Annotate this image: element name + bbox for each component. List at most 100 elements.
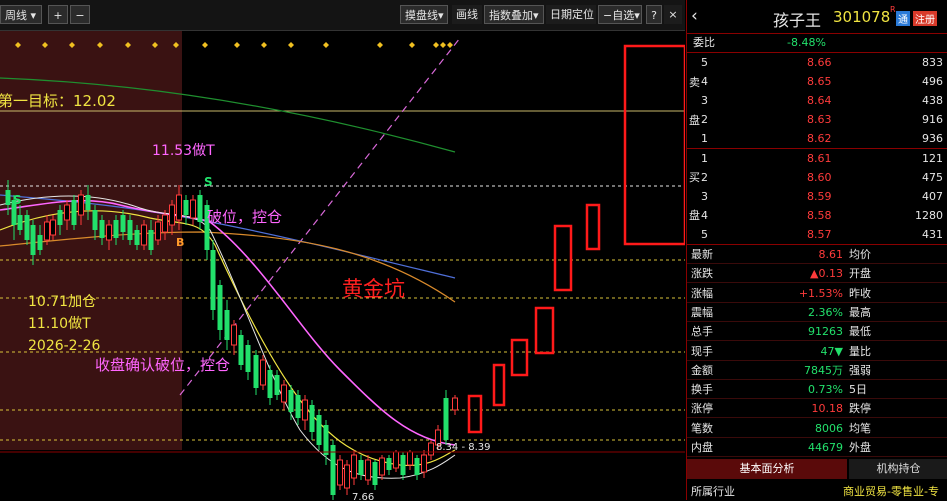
candle-body xyxy=(428,442,434,456)
industry-value[interactable]: 商业贸易-零售业-专 xyxy=(843,482,939,501)
watchlist-label: 自选 xyxy=(612,9,635,22)
candle-body xyxy=(155,221,161,241)
candle-body xyxy=(231,324,237,346)
candle-body xyxy=(414,458,420,475)
draw-line-label: 摸盘线 xyxy=(405,9,438,22)
bid-price: 8.60 xyxy=(807,171,832,184)
projected-candle xyxy=(585,203,601,251)
stat-label: 均价 xyxy=(849,248,871,261)
index-overlay-button[interactable]: 指数叠加▾ xyxy=(484,5,544,24)
price-tip: 8.34 - 8.39 xyxy=(436,442,491,453)
chevron-down-icon: ▾ xyxy=(634,9,640,22)
candle-body xyxy=(44,221,50,241)
candle-body xyxy=(50,219,56,236)
pit-label: 黄金坑 xyxy=(342,277,405,301)
ask-price: 8.63 xyxy=(807,113,832,126)
candle-body xyxy=(106,224,112,241)
bid-price: 8.58 xyxy=(807,209,832,222)
buy-side-label: 买 xyxy=(689,171,700,184)
stat-label: 涨停 xyxy=(691,402,713,416)
stat-label: 强弱 xyxy=(849,363,871,377)
candle-body xyxy=(57,210,63,225)
diamond-marker xyxy=(234,42,240,48)
draw-mode-button[interactable]: 画线 xyxy=(452,5,482,24)
ask-level: 5 xyxy=(701,56,708,69)
candle-body xyxy=(337,459,343,486)
sell-side-label: 盘 xyxy=(689,114,700,127)
candle-body xyxy=(344,464,350,489)
diamond-marker xyxy=(409,42,415,48)
candle-body xyxy=(37,235,43,250)
bid-price: 8.61 xyxy=(807,152,832,165)
stat-value: 7845万 xyxy=(804,363,843,377)
bid-vol: 475 xyxy=(922,171,943,184)
diamond-marker xyxy=(447,42,453,48)
stat-value: 0.73% xyxy=(808,383,843,397)
candle-body xyxy=(295,395,301,418)
row-divider xyxy=(687,456,947,457)
watchlist-button[interactable]: −自选▾ xyxy=(598,5,642,24)
diamond-marker xyxy=(288,42,294,48)
candle-body xyxy=(323,425,329,455)
date-locate-button[interactable]: 日期定位 xyxy=(546,5,596,24)
stat-value: 8.61 xyxy=(818,248,844,261)
diamond-marker xyxy=(440,42,446,48)
chart-area[interactable]: 第一目标：12.02 11.53做T 破位，控仓 黄金坑 10.71加仓 11.… xyxy=(0,0,685,500)
projected-candle xyxy=(467,394,483,434)
candle-body xyxy=(443,398,449,440)
candle-body xyxy=(238,335,244,365)
help-button[interactable]: ? xyxy=(646,5,662,24)
tab-fundamental[interactable]: 基本面分析 xyxy=(687,459,847,479)
zoom-in-button[interactable]: + xyxy=(48,5,68,24)
candle-body xyxy=(372,462,378,485)
minus-icon: − xyxy=(603,9,613,22)
projected-candle xyxy=(534,306,555,355)
chevron-left-icon[interactable]: ‹ xyxy=(691,6,698,26)
candle-body xyxy=(351,454,357,479)
stat-label: 笔数 xyxy=(691,421,713,435)
stat-value: +1.53% xyxy=(798,286,843,300)
candle-body xyxy=(210,250,216,310)
candle-body xyxy=(245,345,251,372)
stat-label: 最新 xyxy=(691,248,713,261)
draw-line-button[interactable]: 摸盘线▾ xyxy=(400,5,448,24)
tab-institution[interactable]: 机构持仓 xyxy=(849,459,947,479)
diamond-marker xyxy=(377,42,383,48)
bid-price: 8.57 xyxy=(807,228,832,241)
industry-label: 所属行业 xyxy=(691,485,735,498)
ask-level: 3 xyxy=(701,94,708,107)
ask-vol: 916 xyxy=(922,113,943,126)
s-marker: S xyxy=(13,193,22,207)
candle-body xyxy=(190,199,196,219)
stat-label: 5日 xyxy=(849,383,867,397)
sell-side-label: 卖 xyxy=(689,76,700,89)
low-label: 7.66 xyxy=(352,492,374,500)
candle-body xyxy=(64,204,70,221)
bid-level: 2 xyxy=(701,171,708,184)
candle-body xyxy=(379,457,385,476)
candle-body xyxy=(358,460,364,475)
quote-header: ‹ 孩子王 301078 R 通 注册 xyxy=(687,0,947,34)
kline-chart[interactable]: 第一目标：12.02 11.53做T 破位，控仓 黄金坑 10.71加仓 11.… xyxy=(0,0,685,500)
weibi-label: 委比 xyxy=(693,36,715,49)
candle-body xyxy=(162,214,168,233)
candle-body xyxy=(197,195,203,222)
candle-body xyxy=(217,285,223,330)
zoom-out-button[interactable]: − xyxy=(70,5,90,24)
bid-level: 1 xyxy=(701,152,708,165)
candle-body xyxy=(5,190,11,205)
stat-label: 内盘 xyxy=(691,441,713,454)
diamond-marker xyxy=(202,42,208,48)
stat-label: 最高 xyxy=(849,305,871,319)
projected-candles xyxy=(467,203,601,434)
ask-price: 8.62 xyxy=(807,132,832,145)
index-overlay-label: 指数叠加 xyxy=(489,9,533,22)
cycle-label: 周线 xyxy=(5,9,27,22)
candle-body xyxy=(260,359,266,386)
candle-body xyxy=(71,200,77,225)
stat-label: 总手 xyxy=(691,325,713,339)
candle-body xyxy=(400,455,406,475)
candle-body xyxy=(274,375,280,395)
cycle-select[interactable]: 周线 ▾ xyxy=(0,5,42,24)
close-button[interactable]: × xyxy=(664,5,682,24)
